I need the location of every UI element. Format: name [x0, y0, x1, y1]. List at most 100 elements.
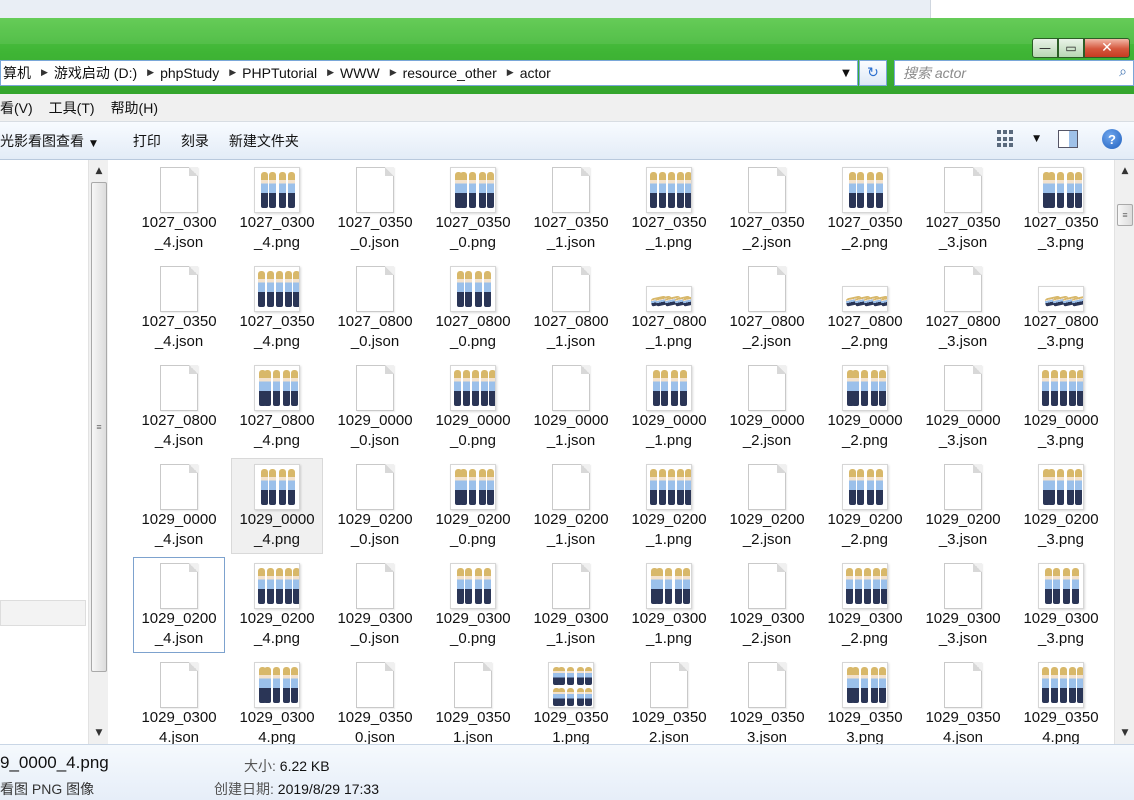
open-with-button[interactable]: 光影看图查看 ▼: [0, 131, 113, 151]
breadcrumb-drive[interactable]: 游戏启动 (D:): [52, 63, 143, 83]
file-item[interactable]: 1029_0350 1.json: [427, 656, 519, 744]
file-item[interactable]: 1029_0000 _0.png: [427, 359, 519, 455]
file-item[interactable]: 1029_0350 0.json: [329, 656, 421, 744]
minimize-button[interactable]: —: [1032, 38, 1058, 58]
file-item[interactable]: 1029_0300 _0.json: [329, 557, 421, 653]
file-item[interactable]: 1029_0200 _0.json: [329, 458, 421, 554]
file-item[interactable]: 1027_0350 _0.json: [329, 161, 421, 257]
breadcrumb-separator-icon[interactable]: ▶: [323, 68, 338, 78]
search-icon[interactable]: ⌕: [1119, 64, 1127, 80]
file-item[interactable]: 1027_0350 _4.json: [133, 260, 225, 356]
file-item[interactable]: 1029_0000 _3.png: [1015, 359, 1107, 455]
file-item[interactable]: 1027_0800 _1.png: [623, 260, 715, 356]
file-item[interactable]: 1029_0300 _1.json: [525, 557, 617, 653]
menu-view[interactable]: 看(V): [0, 98, 41, 118]
file-item[interactable]: 1029_0300 4.png: [231, 656, 323, 744]
address-bar[interactable]: 算机 ▶ 游戏启动 (D:) ▶ phpStudy ▶ PHPTutorial …: [0, 60, 858, 86]
view-caret-icon[interactable]: ▼: [1033, 134, 1040, 144]
breadcrumb-separator-icon[interactable]: ▶: [143, 68, 158, 78]
menu-help[interactable]: 帮助(H): [111, 98, 166, 118]
file-item[interactable]: 1027_0350 _2.json: [721, 161, 813, 257]
file-item[interactable]: 1029_0200 _1.png: [623, 458, 715, 554]
close-button[interactable]: ✕: [1084, 38, 1130, 58]
file-item[interactable]: 1029_0350 4.json: [917, 656, 1009, 744]
breadcrumb-separator-icon[interactable]: ▶: [37, 68, 52, 78]
file-item[interactable]: 1027_0350 _1.json: [525, 161, 617, 257]
breadcrumb-separator-icon[interactable]: ▶: [503, 68, 518, 78]
file-item[interactable]: 1029_0300 _2.json: [721, 557, 813, 653]
nav-scrollbar[interactable]: ▲ ≡ ▼: [88, 160, 108, 744]
refresh-button[interactable]: ↻: [859, 60, 887, 86]
file-item[interactable]: 1029_0200 _1.json: [525, 458, 617, 554]
scroll-thumb[interactable]: ≡: [1117, 204, 1133, 226]
file-item[interactable]: 1029_0000 _4.png: [231, 458, 323, 554]
breadcrumb-www[interactable]: WWW: [338, 65, 386, 81]
scroll-down-icon[interactable]: ▼: [1115, 724, 1134, 742]
file-item[interactable]: 1027_0800 _4.png: [231, 359, 323, 455]
file-item[interactable]: 1029_0300 _2.png: [819, 557, 911, 653]
file-item[interactable]: 1027_0800 _3.png: [1015, 260, 1107, 356]
file-item[interactable]: 1029_0200 _3.json: [917, 458, 1009, 554]
file-item[interactable]: 1029_0300 _3.png: [1015, 557, 1107, 653]
breadcrumb-resource-other[interactable]: resource_other: [401, 65, 503, 81]
file-item[interactable]: 1027_0350 _3.png: [1015, 161, 1107, 257]
file-item[interactable]: 1029_0000 _0.json: [329, 359, 421, 455]
view-options-icon[interactable]: [997, 130, 1015, 148]
file-item[interactable]: 1027_0800 _0.json: [329, 260, 421, 356]
file-item[interactable]: 1027_0800 _2.png: [819, 260, 911, 356]
file-item[interactable]: 1029_0350 2.json: [623, 656, 715, 744]
file-item[interactable]: 1027_0350 _1.png: [623, 161, 715, 257]
file-item[interactable]: 1027_0350 _3.json: [917, 161, 1009, 257]
breadcrumb-phpstudy[interactable]: phpStudy: [158, 65, 225, 81]
file-item[interactable]: 1029_0200 _2.json: [721, 458, 813, 554]
print-button[interactable]: 打印: [133, 131, 177, 151]
breadcrumb-separator-icon[interactable]: ▶: [225, 68, 240, 78]
scroll-up-icon[interactable]: ▲: [1115, 162, 1134, 180]
file-item[interactable]: 1029_0300 _1.png: [623, 557, 715, 653]
file-item[interactable]: 1029_0000 _1.json: [525, 359, 617, 455]
burn-button[interactable]: 刻录: [181, 131, 225, 151]
file-item[interactable]: 1027_0800 _2.json: [721, 260, 813, 356]
file-item[interactable]: 1029_0000 _4.json: [133, 458, 225, 554]
menu-tools[interactable]: 工具(T): [49, 98, 103, 118]
file-item[interactable]: 1029_0300 _0.png: [427, 557, 519, 653]
file-item[interactable]: 1029_0350 1.png: [525, 656, 617, 744]
scroll-up-icon[interactable]: ▲: [89, 162, 109, 180]
file-item[interactable]: 1027_0350 _0.png: [427, 161, 519, 257]
file-item[interactable]: 1029_0000 _2.png: [819, 359, 911, 455]
file-item[interactable]: 1029_0300 _3.json: [917, 557, 1009, 653]
file-item[interactable]: 1029_0350 4.png: [1015, 656, 1107, 744]
file-item[interactable]: 1029_0350 3.json: [721, 656, 813, 744]
breadcrumb-separator-icon[interactable]: ▶: [386, 68, 401, 78]
chevron-down-icon[interactable]: ▼: [837, 64, 855, 82]
preview-pane-icon[interactable]: [1058, 130, 1078, 148]
nav-selected-item[interactable]: [0, 600, 86, 626]
file-item[interactable]: 1027_0800 _0.png: [427, 260, 519, 356]
breadcrumb-phptutorial[interactable]: PHPTutorial: [240, 65, 323, 81]
new-folder-button[interactable]: 新建文件夹: [229, 131, 315, 151]
file-item[interactable]: 1029_0000 _3.json: [917, 359, 1009, 455]
file-item[interactable]: 1027_0800 _3.json: [917, 260, 1009, 356]
breadcrumb-computer[interactable]: 算机: [1, 63, 37, 83]
file-item[interactable]: 1029_0200 _4.json: [133, 557, 225, 653]
file-item[interactable]: 1027_0300 _4.png: [231, 161, 323, 257]
breadcrumb-actor[interactable]: actor: [518, 65, 557, 81]
file-item[interactable]: 1027_0300 _4.json: [133, 161, 225, 257]
search-box[interactable]: 搜索 actor ⌕: [894, 60, 1134, 86]
file-item[interactable]: 1029_0200 _0.png: [427, 458, 519, 554]
file-item[interactable]: 1029_0000 _1.png: [623, 359, 715, 455]
file-item[interactable]: 1029_0350 3.png: [819, 656, 911, 744]
file-item[interactable]: 1029_0000 _2.json: [721, 359, 813, 455]
file-item[interactable]: 1027_0800 _4.json: [133, 359, 225, 455]
file-item[interactable]: 1027_0800 _1.json: [525, 260, 617, 356]
file-item[interactable]: 1029_0200 _2.png: [819, 458, 911, 554]
file-item[interactable]: 1029_0200 _3.png: [1015, 458, 1107, 554]
help-icon[interactable]: ?: [1102, 129, 1122, 149]
file-item[interactable]: 1029_0300 4.json: [133, 656, 225, 744]
maximize-button[interactable]: ▭: [1058, 38, 1084, 58]
search-input[interactable]: 搜索 actor: [903, 63, 966, 83]
file-item[interactable]: 1027_0350 _2.png: [819, 161, 911, 257]
files-scrollbar[interactable]: ▲ ≡ ▼: [1114, 160, 1134, 744]
file-item[interactable]: 1029_0200 _4.png: [231, 557, 323, 653]
scroll-down-icon[interactable]: ▼: [89, 724, 109, 742]
